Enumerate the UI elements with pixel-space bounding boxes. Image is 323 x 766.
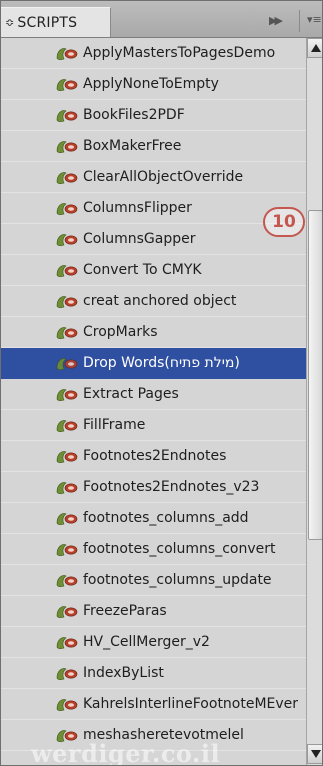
script-item-label: Footnotes2Endnotes xyxy=(83,448,227,464)
script-item-label: creat anchored object xyxy=(83,293,237,309)
script-list: ApplyMastersToPagesDemo ApplyNoneToEmpty B… xyxy=(1,38,306,765)
script-icon xyxy=(56,451,78,463)
callout-number: 10 xyxy=(272,212,296,232)
scripts-panel: ≎ SCRIPTS ▶▶ ▾≡ ApplyMastersToPagesDemo A… xyxy=(0,0,323,766)
script-icon xyxy=(56,172,78,184)
script-icon xyxy=(56,203,78,215)
script-item[interactable]: FreezeParas xyxy=(1,596,306,627)
script-icon xyxy=(56,79,78,91)
script-item[interactable]: ClearAllObjectOverride xyxy=(1,162,306,193)
script-item[interactable]: BoxMakerFree xyxy=(1,131,306,162)
watermark: werdiger.co.il xyxy=(31,739,221,766)
script-item[interactable]: ApplyMastersToPagesDemo xyxy=(1,38,306,69)
script-icon xyxy=(56,296,78,308)
script-item[interactable]: CropMarks xyxy=(1,317,306,348)
script-item[interactable]: HV_CellMerger_v2 xyxy=(1,627,306,658)
script-item-label: KahrelsInterlineFootnoteMEver xyxy=(83,696,299,712)
script-icon xyxy=(56,234,78,246)
script-item-label: ClearAllObjectOverride xyxy=(83,169,244,185)
script-icon xyxy=(56,327,78,339)
script-item-label: FillFrame xyxy=(83,417,146,433)
script-item-label: BookFiles2PDF xyxy=(83,107,185,123)
script-item[interactable]: footnotes_columns_update xyxy=(1,565,306,596)
script-item-label: Convert To CMYK xyxy=(83,262,202,278)
scroll-down-button[interactable] xyxy=(307,744,322,764)
script-item-label: ColumnsFlipper xyxy=(83,200,192,216)
scripts-tab-label: SCRIPTS xyxy=(17,14,78,31)
script-item-label: CropMarks xyxy=(83,324,158,340)
panel-collapse-button[interactable]: ▶▶ xyxy=(269,14,283,27)
script-item-label: ColumnsGapper xyxy=(83,231,196,247)
script-item[interactable]: creat anchored object xyxy=(1,286,306,317)
script-item[interactable]: footnotes_columns_convert xyxy=(1,534,306,565)
scroll-up-arrow-icon xyxy=(311,44,321,52)
script-icon xyxy=(56,48,78,60)
script-item[interactable]: ApplyNoneToEmpty xyxy=(1,69,306,100)
script-item-label: BoxMakerFree xyxy=(83,138,182,154)
script-item[interactable]: ColumnsFlipper xyxy=(1,193,306,224)
script-icon xyxy=(56,358,78,370)
script-item[interactable]: Drop Words(מילת פתיח) xyxy=(1,348,306,379)
script-item-label: FreezeParas xyxy=(83,603,167,619)
script-item-label: ApplyNoneToEmpty xyxy=(83,76,219,92)
script-item-label: footnotes_columns_add xyxy=(83,510,249,526)
script-icon xyxy=(56,606,78,618)
step-number-callout: 10 xyxy=(263,207,305,237)
scroll-thumb[interactable] xyxy=(308,210,322,540)
script-icon xyxy=(56,544,78,556)
scroll-up-button[interactable] xyxy=(307,38,322,58)
script-icon xyxy=(56,420,78,432)
script-item[interactable]: footnotes_columns_add xyxy=(1,503,306,534)
panel-header: ≎ SCRIPTS ▶▶ ▾≡ xyxy=(1,1,322,38)
script-item-label: footnotes_columns_update xyxy=(83,572,272,588)
vertical-scrollbar[interactable] xyxy=(306,38,322,765)
header-divider xyxy=(299,10,300,32)
script-icon xyxy=(56,110,78,122)
script-item[interactable]: FillFrame xyxy=(1,410,306,441)
script-icon xyxy=(56,513,78,525)
script-icon xyxy=(56,389,78,401)
script-item-label: IndexByList xyxy=(83,665,164,681)
script-item-label: Footnotes2Endnotes_v23 xyxy=(83,479,260,495)
script-icon xyxy=(56,575,78,587)
scripts-tab[interactable]: ≎ SCRIPTS xyxy=(1,7,111,37)
script-icon xyxy=(56,668,78,680)
script-icon xyxy=(56,699,78,711)
collapse-toggle-icon[interactable]: ≎ xyxy=(5,16,14,29)
panel-menu-button[interactable]: ▾≡ xyxy=(307,13,322,26)
script-item-label: Extract Pages xyxy=(83,386,179,402)
scroll-down-arrow-icon xyxy=(311,750,321,758)
script-item[interactable]: IndexByList xyxy=(1,658,306,689)
script-item[interactable]: Footnotes2Endnotes_v23 xyxy=(1,472,306,503)
script-icon xyxy=(56,141,78,153)
script-item[interactable]: ColumnsGapper xyxy=(1,224,306,255)
script-item-label: ApplyMastersToPagesDemo xyxy=(83,45,276,61)
script-item[interactable]: KahrelsInterlineFootnoteMEver xyxy=(1,689,306,720)
script-item-label: HV_CellMerger_v2 xyxy=(83,634,210,650)
script-item[interactable]: BookFiles2PDF xyxy=(1,100,306,131)
script-item-label: Drop Words(מילת פתיח) xyxy=(83,355,240,371)
script-item-label: footnotes_columns_convert xyxy=(83,541,276,557)
script-item[interactable]: Convert To CMYK xyxy=(1,255,306,286)
script-icon xyxy=(56,265,78,277)
script-item[interactable]: Extract Pages xyxy=(1,379,306,410)
script-icon xyxy=(56,637,78,649)
script-icon xyxy=(56,482,78,494)
script-item[interactable]: Footnotes2Endnotes xyxy=(1,441,306,472)
